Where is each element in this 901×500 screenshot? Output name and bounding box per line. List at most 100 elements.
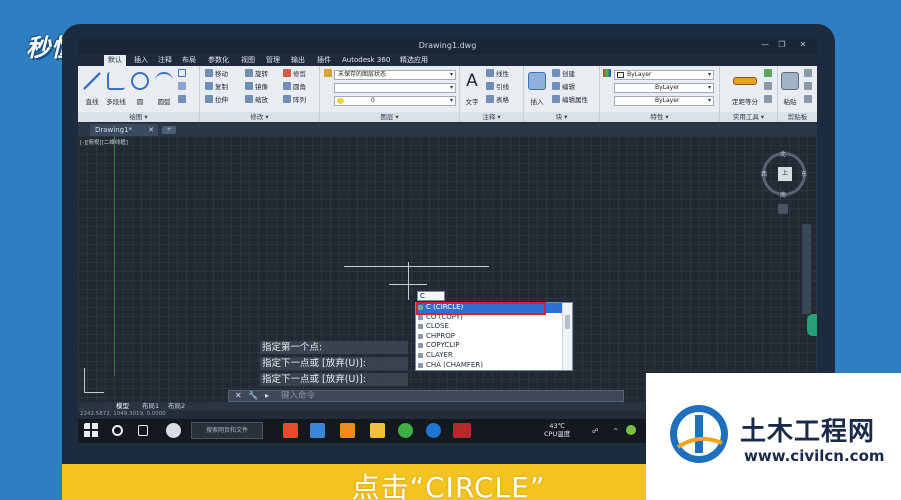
tab-layout[interactable]: 布局 [178, 55, 200, 66]
properties-group: ByLayer ByLayer ByLayer 特性 ▾ [600, 66, 720, 122]
fillet-button[interactable]: 圆角 [283, 82, 306, 93]
side-tab-icon[interactable] [807, 314, 817, 336]
format-painter-icon[interactable] [804, 95, 814, 106]
tab-model[interactable]: 模型 [116, 402, 129, 411]
file-explorer-icon[interactable] [370, 423, 385, 438]
autocomplete-item[interactable]: COPYCLIP [416, 341, 572, 351]
tab-insert[interactable]: 插入 [130, 55, 152, 66]
tab-view[interactable]: 视图 [237, 55, 259, 66]
lineweight-select[interactable]: ByLayer [614, 96, 714, 106]
autocomplete-item[interactable]: CLOSE [416, 322, 572, 332]
layer-state-select[interactable]: 未保存的图层状态 [334, 70, 456, 80]
polyline-button[interactable]: 多段线 [105, 72, 127, 106]
close-cmd-icon[interactable]: ✕ [235, 391, 242, 401]
tab-autodesk360[interactable]: Autodesk 360 [338, 55, 394, 66]
tab-parametric[interactable]: 参数化 [204, 55, 233, 66]
tab-plugins[interactable]: 插件 [313, 55, 335, 66]
line-icon [83, 72, 101, 90]
id-point-icon[interactable] [764, 82, 774, 93]
hatch-icon[interactable] [178, 82, 188, 93]
people-icon[interactable]: ☍ [592, 427, 599, 435]
tray-app-icon[interactable] [626, 425, 636, 435]
wcs-icon[interactable] [778, 204, 788, 214]
app-icon-blue[interactable] [310, 423, 325, 438]
tab-layout1[interactable]: 布局1 [142, 402, 159, 411]
calculator-icon[interactable] [764, 95, 774, 106]
copy-clip-icon[interactable] [804, 82, 814, 93]
trim-button[interactable]: 修剪 [283, 69, 306, 80]
tab-default[interactable]: 默认 [104, 55, 126, 66]
polyline-icon [107, 72, 125, 90]
app-icon-red[interactable] [283, 423, 298, 438]
viewport-controls[interactable]: [-][俯视][二维线框] [80, 138, 128, 146]
linear-dim-button[interactable]: 线性 [486, 69, 509, 80]
edit-block-button[interactable]: 编辑 [552, 82, 575, 93]
command-input[interactable]: 键入命令 [281, 391, 315, 401]
tab-output[interactable]: 输出 [287, 55, 309, 66]
file-tab-drawing1[interactable]: Drawing1* ✕ [90, 124, 158, 136]
task-view-icon[interactable] [138, 425, 148, 436]
arc-icon [155, 72, 173, 90]
paste-button[interactable]: 粘贴 [779, 72, 801, 106]
tab-layout2[interactable]: 布局2 [168, 402, 185, 411]
autocomplete-item[interactable]: CLAYER [416, 351, 572, 361]
ie-icon[interactable] [426, 423, 441, 438]
taskbar-search[interactable]: 搜索网页和文件 [191, 422, 263, 439]
scale-button[interactable]: 缩放 [245, 95, 268, 106]
close-tab-icon[interactable]: ✕ [148, 124, 154, 136]
move-button[interactable]: 移动 [205, 69, 228, 80]
autocomplete-item[interactable]: CHA (CHAMFER) [416, 361, 572, 371]
region-icon[interactable] [178, 95, 188, 106]
autocad-taskbar-icon[interactable] [453, 423, 471, 438]
ribbon-tab-bar: 默认 插入 注释 布局 参数化 视图 管理 输出 插件 Autodesk 360… [78, 54, 817, 66]
windows-start-icon[interactable] [84, 423, 99, 438]
mirror-button[interactable]: 镜像 [245, 82, 268, 93]
tab-manage[interactable]: 管理 [262, 55, 284, 66]
viewcube-top-face[interactable]: 上 [778, 167, 792, 181]
line-button[interactable]: 直线 [81, 72, 103, 106]
copy-button[interactable]: 复制 [205, 82, 228, 93]
measure-divide-button[interactable]: 定距等分 [728, 72, 762, 106]
chevron-up-icon[interactable]: ^ [613, 427, 618, 435]
command-line[interactable]: ✕ 🔧 ▸ 键入命令 [228, 390, 624, 402]
stretch-button[interactable]: 拉伸 [205, 95, 228, 106]
viewcube[interactable]: 上 北 南 西 东 [761, 151, 807, 199]
create-block-button[interactable]: 创建 [552, 69, 575, 80]
command-prompt-icon[interactable]: ▸ [265, 391, 269, 401]
wrench-icon[interactable]: 🔧 [248, 391, 258, 401]
autocomplete-scrollbar[interactable] [562, 303, 572, 370]
tab-featured-apps[interactable]: 精选应用 [396, 55, 432, 66]
circle-button[interactable]: 圆 [129, 72, 151, 106]
color-select[interactable]: ByLayer [614, 70, 714, 80]
rectangle-icon[interactable] [178, 69, 188, 80]
tab-annotate[interactable]: 注释 [154, 55, 176, 66]
minimize-icon[interactable]: — [758, 40, 772, 51]
close-icon[interactable]: ✕ [796, 40, 810, 51]
array-button[interactable]: 阵列 [283, 95, 306, 106]
current-layer-select[interactable]: 0 [334, 96, 456, 106]
cut-icon[interactable] [804, 69, 814, 80]
fan-app-icon[interactable] [166, 423, 181, 438]
maximize-icon[interactable]: ❐ [775, 40, 789, 51]
edit-attributes-button[interactable]: 编辑属性 [552, 95, 588, 106]
layer-tools-select[interactable] [334, 83, 456, 93]
arc-button[interactable]: 圆弧 [153, 72, 175, 106]
navigation-bar[interactable] [802, 224, 811, 314]
properties-group-label: 特性 ▾ [600, 112, 719, 122]
dynamic-input[interactable]: C [417, 291, 445, 301]
text-button[interactable]: A 文字 [461, 72, 483, 106]
table-button[interactable]: 表格 [486, 95, 509, 106]
autocomplete-item[interactable]: CHPROP [416, 332, 572, 342]
quick-calc-icon[interactable] [764, 69, 774, 80]
new-tab-button[interactable]: + [162, 126, 176, 134]
linetype-select[interactable]: ByLayer [614, 83, 714, 93]
wechat-icon[interactable] [398, 423, 413, 438]
app-icon-orange[interactable] [340, 423, 355, 438]
autocomplete-scroll-thumb[interactable] [565, 315, 570, 329]
insert-block-button[interactable]: 插入 [526, 72, 548, 106]
cortana-icon[interactable] [112, 425, 123, 436]
layer-properties-icon[interactable] [324, 69, 334, 80]
leader-button[interactable]: 引线 [486, 82, 509, 93]
rotate-button[interactable]: 旋转 [245, 69, 268, 80]
match-properties-icon[interactable] [603, 69, 613, 80]
